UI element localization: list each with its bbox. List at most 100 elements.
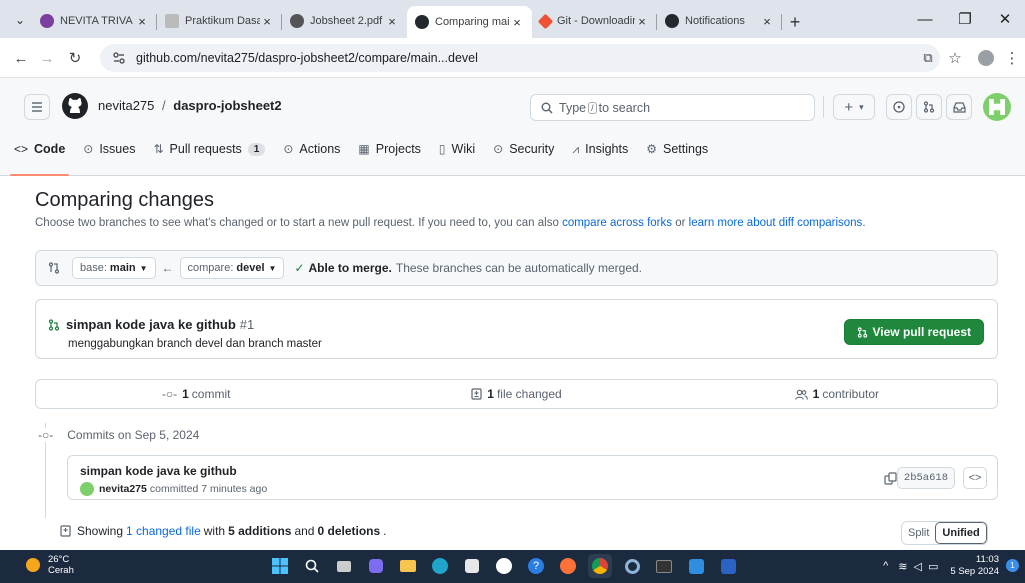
file-diff-icon bbox=[60, 525, 71, 537]
tab-label: Projects bbox=[375, 142, 421, 156]
search-shortcut-key: / bbox=[588, 101, 597, 114]
unified-view-button[interactable]: Unified bbox=[935, 522, 987, 544]
profile-avatar[interactable] bbox=[978, 50, 994, 66]
chevron-up-icon[interactable]: ^ bbox=[883, 560, 888, 572]
word-icon[interactable] bbox=[716, 554, 740, 578]
commit-author[interactable]: nevita275 bbox=[99, 483, 147, 495]
terminal-icon[interactable] bbox=[652, 554, 676, 578]
browser-tab[interactable]: NEVITA TRIVA YULI × bbox=[32, 6, 157, 36]
tab-search-chevron-icon[interactable]: ⌄ bbox=[8, 6, 32, 34]
base-branch-select[interactable]: base: main ▼ bbox=[72, 257, 156, 279]
compare-branch-select[interactable]: compare: devel ▼ bbox=[179, 257, 285, 279]
install-app-icon[interactable]: ⧉ bbox=[915, 45, 941, 71]
tab-title: Praktikum Dasar P bbox=[185, 15, 260, 27]
notification-badge[interactable]: 1 bbox=[1006, 559, 1019, 572]
pull-requests-icon[interactable] bbox=[916, 94, 942, 120]
split-view-button[interactable]: Split bbox=[902, 522, 935, 544]
sun-icon bbox=[26, 558, 40, 572]
battery-icon[interactable]: ▭ bbox=[928, 560, 938, 573]
contributors-stat[interactable]: 1 contributor bbox=[677, 387, 997, 401]
restore-icon[interactable]: ❐ bbox=[945, 0, 985, 38]
reload-icon[interactable]: ↻ bbox=[62, 45, 88, 71]
commit-sha-button[interactable]: 2b5a618 bbox=[896, 467, 955, 489]
volume-icon[interactable]: ◁ bbox=[914, 560, 922, 573]
learn-more-link[interactable]: learn more about diff comparisons bbox=[689, 217, 863, 229]
tab-code[interactable]: <> Code bbox=[9, 134, 70, 176]
create-new-button[interactable]: + ▾ bbox=[833, 94, 875, 120]
github-logo-icon[interactable] bbox=[61, 92, 89, 120]
browser-tab[interactable]: Notifications × bbox=[657, 6, 782, 36]
avatar[interactable] bbox=[80, 482, 94, 496]
windows-start-icon[interactable] bbox=[268, 554, 292, 578]
browser-tab-active[interactable]: Comparing main... × bbox=[407, 6, 532, 38]
wifi-icon[interactable]: ≋ bbox=[898, 560, 907, 573]
new-tab-plus-icon[interactable]: + bbox=[782, 8, 808, 36]
vscode-icon[interactable] bbox=[684, 554, 708, 578]
browse-code-icon[interactable]: <> bbox=[963, 467, 987, 489]
pr-title-text[interactable]: simpan kode java ke github bbox=[66, 317, 236, 332]
owner-link[interactable]: nevita275 bbox=[98, 98, 154, 113]
site-settings-icon[interactable] bbox=[112, 50, 128, 66]
search-icon[interactable] bbox=[300, 554, 324, 578]
close-icon[interactable]: × bbox=[135, 14, 149, 29]
commit-message[interactable]: simpan kode java ke github bbox=[80, 464, 237, 478]
issues-icon[interactable] bbox=[886, 94, 912, 120]
close-icon[interactable]: × bbox=[510, 15, 524, 30]
window-close-icon[interactable]: ✕ bbox=[985, 0, 1025, 38]
tab-actions[interactable]: ⊙ Actions bbox=[283, 134, 340, 164]
tab-wiki[interactable]: ▯ Wiki bbox=[439, 134, 475, 164]
doc-favicon-icon bbox=[165, 14, 179, 28]
page-title: Comparing changes bbox=[35, 189, 214, 211]
close-icon[interactable]: × bbox=[760, 14, 774, 29]
github-favicon-icon bbox=[415, 15, 429, 29]
browser-tab[interactable]: Jobsheet 2.pdf × bbox=[282, 6, 407, 36]
bookmark-star-icon[interactable]: ☆ bbox=[942, 45, 968, 71]
tab-pull-requests[interactable]: ⇅ Pull requests 1 bbox=[153, 134, 266, 164]
search-input[interactable]: Type / to search bbox=[530, 94, 815, 121]
plus-icon: + bbox=[844, 98, 854, 116]
book-icon: ▯ bbox=[438, 142, 446, 156]
minimize-icon[interactable]: — bbox=[905, 0, 945, 38]
issue-icon: ⊙ bbox=[83, 142, 94, 156]
repo-link[interactable]: daspro-jobsheet2 bbox=[173, 98, 281, 113]
compare-stats-bar: -○- 1 commit 1 file changed 1 contributo… bbox=[35, 379, 998, 409]
chrome-icon[interactable] bbox=[588, 554, 612, 578]
settings-gear-icon[interactable] bbox=[620, 554, 644, 578]
browser-menu-icon[interactable]: ⋮ bbox=[1003, 45, 1021, 71]
changed-files-link[interactable]: 1 changed file bbox=[126, 524, 201, 538]
store-icon[interactable] bbox=[460, 554, 484, 578]
forward-arrow-icon[interactable]: → bbox=[34, 45, 60, 71]
help-icon[interactable]: ? bbox=[524, 554, 548, 578]
close-icon[interactable]: × bbox=[260, 14, 274, 29]
hamburger-menu-icon[interactable] bbox=[24, 94, 50, 120]
tab-issues[interactable]: ⊙ Issues bbox=[83, 134, 135, 164]
github-desktop-icon[interactable] bbox=[492, 554, 516, 578]
firefox-icon[interactable] bbox=[556, 554, 580, 578]
inbox-icon[interactable] bbox=[946, 94, 972, 120]
merge-status: Able to merge. bbox=[308, 261, 392, 275]
tab-security[interactable]: ⊙ Security bbox=[493, 134, 554, 164]
files-stat[interactable]: 1 file changed bbox=[356, 387, 676, 401]
url-omnibox[interactable]: github.com/nevita275/daspro-jobsheet2/co… bbox=[100, 44, 940, 72]
task-view-icon[interactable] bbox=[332, 554, 356, 578]
edge-icon[interactable] bbox=[428, 554, 452, 578]
file-explorer-icon[interactable] bbox=[396, 554, 420, 578]
view-pull-request-button[interactable]: View pull request bbox=[843, 319, 984, 345]
clock[interactable]: 11:03 5 Sep 2024 bbox=[950, 554, 999, 578]
back-arrow-icon[interactable]: ← bbox=[8, 45, 34, 71]
weather-widget[interactable]: 26°C Cerah bbox=[26, 554, 74, 576]
close-icon[interactable]: × bbox=[385, 14, 399, 29]
compare-forks-link[interactable]: compare across forks bbox=[562, 217, 672, 229]
github-header: nevita275 / daspro-jobsheet2 Type / to s… bbox=[0, 78, 1025, 176]
page-subtitle: Choose two branches to see what's change… bbox=[35, 217, 866, 229]
browser-tab[interactable]: Git - Downloading × bbox=[532, 6, 657, 36]
widgets-icon[interactable] bbox=[364, 554, 388, 578]
close-icon[interactable]: × bbox=[635, 14, 649, 29]
commits-stat[interactable]: -○- 1 commit bbox=[36, 387, 356, 401]
tab-settings[interactable]: ⚙ Settings bbox=[646, 134, 708, 164]
play-icon: ⊙ bbox=[283, 142, 294, 156]
user-avatar[interactable] bbox=[983, 93, 1011, 121]
tab-projects[interactable]: ▦ Projects bbox=[358, 134, 421, 164]
tab-insights[interactable]: ⩘ Insights bbox=[572, 134, 628, 164]
browser-tab[interactable]: Praktikum Dasar P × bbox=[157, 6, 282, 36]
